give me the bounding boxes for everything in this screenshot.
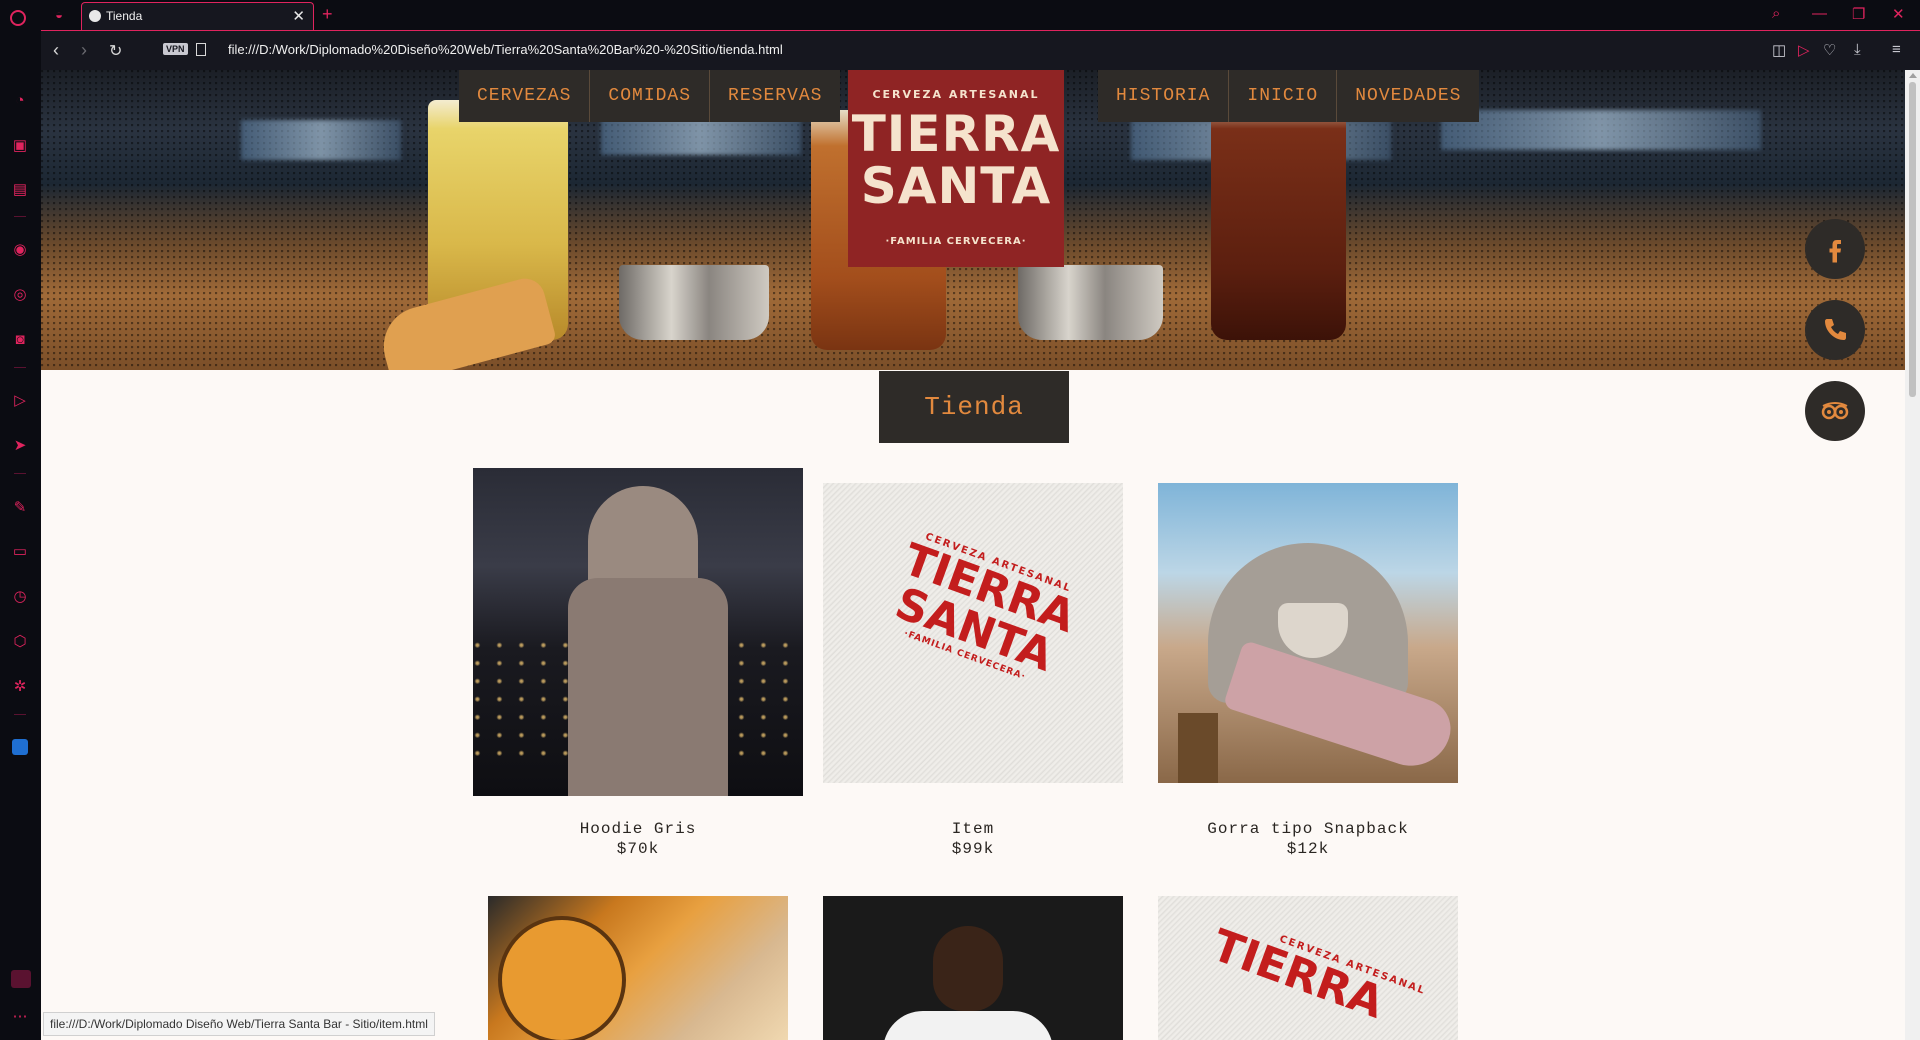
product-image[interactable] [823, 896, 1123, 1040]
product-price: $70k [616, 840, 660, 858]
history-icon[interactable]: ◷ [11, 588, 29, 606]
tabs-icon[interactable]: ▭ [11, 543, 29, 561]
white-tshirt [883, 1011, 1053, 1040]
page-info-icon[interactable] [196, 43, 206, 56]
tab-bar: ◒ Tienda ✕ + ⌕ — ❐ ✕ [41, 0, 1920, 30]
facebook-button[interactable] [1805, 219, 1865, 279]
minimize-icon[interactable]: — [1812, 5, 1827, 22]
nav-novedades[interactable]: NOVEDADES [1337, 70, 1479, 122]
tab-active[interactable]: Tienda ✕ [81, 2, 314, 30]
translate-icon[interactable] [12, 739, 28, 755]
product-image[interactable] [1158, 483, 1458, 783]
easy-setup-icon[interactable]: ≡ [1892, 41, 1901, 58]
nav-historia[interactable]: HISTORIA [1098, 70, 1230, 122]
extensions-icon[interactable]: ⬡ [11, 633, 29, 651]
vpn-badge[interactable]: VPN [163, 43, 188, 55]
sidebar-separator [14, 367, 26, 368]
product-name: Gorra tipo Snapback [1207, 820, 1409, 838]
hero-bokeh [1441, 110, 1761, 150]
printed-logo: CERVEZA ARTESANAL TIERRA [1205, 913, 1458, 1040]
scroll-up-icon[interactable] [1909, 73, 1917, 78]
hero-bokeh [241, 120, 401, 160]
steel-cup [1018, 265, 1163, 340]
settings-icon[interactable]: ✲ [11, 678, 29, 696]
nav-reservas[interactable]: RESERVAS [710, 70, 840, 122]
nav-inicio[interactable]: INICIO [1229, 70, 1338, 122]
send-icon[interactable]: ➤ [11, 437, 29, 455]
product-name: Item [951, 820, 995, 838]
wood-post [1178, 713, 1218, 783]
product-name: Hoodie Gris [579, 820, 697, 838]
player-icon[interactable]: ▷ [11, 392, 29, 410]
close-tab-icon[interactable]: ✕ [292, 7, 305, 25]
page-title: Tienda [879, 371, 1069, 443]
globe-icon [89, 10, 101, 22]
beer-glass-red [1211, 100, 1346, 340]
url-field[interactable]: file:///D:/Work/Diplomado%20Diseño%20Web… [228, 42, 783, 57]
heart-icon[interactable]: ♡ [1823, 41, 1836, 59]
phone-icon [1825, 319, 1846, 340]
download-icon[interactable]: ⤓ [1854, 41, 1861, 58]
product-image[interactable] [488, 896, 788, 1040]
scrollbar-thumb[interactable] [1909, 82, 1916, 397]
web-viewport: CERVEZAS COMIDAS RESERVAS CERVEZA ARTESA… [41, 70, 1905, 1040]
printed-logo-line1: TIERRA [1205, 919, 1391, 1029]
product-image[interactable] [473, 468, 803, 796]
sidebar-toggle-icon[interactable] [11, 970, 31, 988]
address-bar: ‹ › ↻ VPN file:///D:/Work/Diplomado%20Di… [41, 30, 1920, 70]
main-nav-left: CERVEZAS COMIDAS RESERVAS [459, 70, 841, 122]
tab-title: Tienda [106, 9, 143, 23]
person-head [933, 926, 1003, 1011]
product-image[interactable]: CERVEZA ARTESANAL TIERRA SANTA ·FAMILIA … [823, 483, 1123, 783]
close-window-icon[interactable]: ✕ [1892, 5, 1905, 23]
search-icon[interactable]: ⌕ [1772, 5, 1780, 22]
speed-dial-icon[interactable]: ◔ [11, 92, 29, 110]
snapshot-icon[interactable]: ◫ [1772, 41, 1786, 59]
gamepad-icon[interactable]: ◒ [51, 7, 67, 23]
nav-cervezas[interactable]: CERVEZAS [459, 70, 591, 122]
more-icon[interactable]: ⋯ [11, 1008, 29, 1026]
logo-wordmark: TIERRA SANTA [848, 108, 1064, 212]
can-label [498, 916, 626, 1040]
facebook-icon [1829, 240, 1841, 263]
sidebar-separator [14, 714, 26, 715]
phone-button[interactable] [1805, 300, 1865, 360]
page-scrollbar[interactable] [1905, 70, 1920, 1040]
logo-line1: TIERRA [851, 105, 1061, 163]
printed-logo: CERVEZA ARTESANAL TIERRA SANTA ·FAMILIA … [823, 513, 1122, 752]
tripadvisor-button[interactable] [1805, 381, 1865, 441]
whatsapp-icon[interactable]: ◎ [11, 286, 29, 304]
product-image[interactable]: CERVEZA ARTESANAL TIERRA [1158, 896, 1458, 1040]
logo-tagline: CERVEZA ARTESANAL [872, 88, 1040, 101]
product-price: $12k [1286, 840, 1330, 858]
sidebar-separator [14, 216, 26, 217]
forward-icon[interactable]: › [81, 40, 87, 61]
player-icon[interactable]: ▷ [1798, 41, 1810, 59]
logo-subtitle: ·FAMILIA CERVECERA· [885, 236, 1027, 247]
sidebar-separator [14, 473, 26, 474]
nav-comidas[interactable]: COMIDAS [590, 70, 711, 122]
logo-line2: SANTA [860, 157, 1052, 215]
status-url-tooltip: file:///D:/Work/Diplomado Diseño Web/Tie… [43, 1012, 435, 1036]
workspace-icon[interactable]: ▣ [11, 137, 29, 155]
tripadvisor-icon [1821, 402, 1849, 420]
site-logo[interactable]: CERVEZA ARTESANAL TIERRA SANTA ·FAMILIA … [848, 70, 1064, 267]
messenger-icon[interactable]: ◉ [11, 241, 29, 259]
product-price: $99k [951, 840, 995, 858]
restore-icon[interactable]: ❐ [1852, 5, 1865, 23]
new-tab-icon[interactable]: + [322, 4, 333, 25]
back-icon[interactable]: ‹ [53, 40, 59, 61]
steel-cup [619, 265, 769, 340]
hero-banner: CERVEZAS COMIDAS RESERVAS CERVEZA ARTESA… [41, 70, 1905, 370]
twitch-icon[interactable]: ▤ [11, 181, 29, 199]
instagram-icon[interactable]: ◙ [11, 331, 29, 349]
opera-menu-icon[interactable] [10, 10, 26, 26]
pinboard-icon[interactable]: ✎ [11, 499, 29, 517]
browser-sidebar: ◔ ▣ ▤ ◉ ◎ ◙ ▷ ➤ ✎ ▭ ◷ ⬡ ✲ ⋯ [0, 0, 41, 1040]
hoodie-body [568, 578, 728, 796]
reload-icon[interactable]: ↻ [109, 41, 122, 61]
main-nav-right: HISTORIA INICIO NOVEDADES [1098, 70, 1480, 122]
